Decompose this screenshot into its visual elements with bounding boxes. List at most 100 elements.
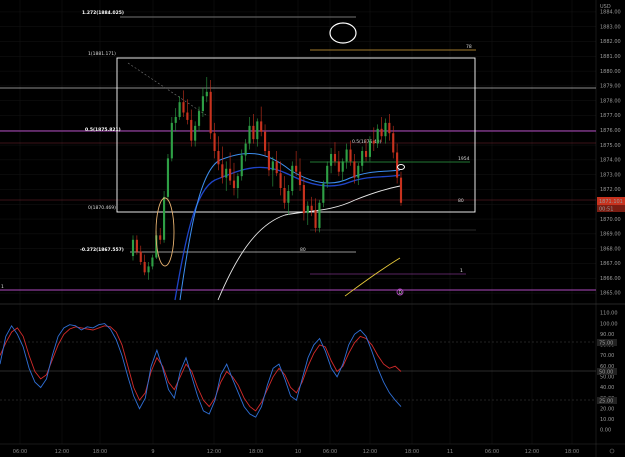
- osc-badge-upper-text: 75.00: [599, 341, 613, 347]
- candle-body: [217, 151, 220, 165]
- candle-body: [174, 116, 177, 123]
- candle-body: [392, 133, 395, 153]
- time-tick-label: 18:00: [565, 449, 579, 455]
- candle-body: [260, 121, 263, 132]
- fib-1-label: 1(1881.171): [88, 51, 116, 57]
- candle-body: [209, 91, 212, 134]
- candle-body: [248, 125, 251, 144]
- candle-body: [295, 165, 298, 172]
- time-tick-label: 18:00: [93, 449, 107, 455]
- candle-body: [213, 133, 216, 151]
- candle-body: [388, 122, 391, 134]
- marker-letter: D: [399, 290, 403, 296]
- osc-tick-label: 70.00: [600, 353, 614, 359]
- candle-body: [170, 122, 173, 159]
- candle-body: [380, 128, 383, 137]
- fib-neg-level-tag: 80: [300, 247, 306, 253]
- candle-body: [279, 173, 282, 188]
- candle-body: [330, 153, 333, 166]
- candle-body: [384, 122, 387, 137]
- price-tick-label: 1877.00: [600, 113, 621, 119]
- fib-neg-label: -0.272(1867.557): [80, 247, 124, 253]
- candle-body: [306, 205, 309, 214]
- candle-body: [337, 161, 340, 172]
- candle-body: [361, 151, 364, 166]
- candle-body: [368, 140, 371, 157]
- time-tick-label: 12:00: [363, 449, 377, 455]
- level-1-label: 1: [460, 268, 463, 274]
- price-tick-label: 1875.00: [600, 143, 621, 149]
- candle-body: [399, 177, 403, 203]
- chart-background: [0, 0, 625, 457]
- candle-body: [287, 190, 290, 203]
- fib-ext-label: 1.272(1884.025): [82, 10, 124, 16]
- time-tick-label: 18:00: [405, 449, 419, 455]
- candle-body: [236, 176, 239, 188]
- countdown-text: 00:51: [599, 207, 613, 213]
- price-tick-label: 1870.00: [600, 217, 621, 223]
- osc-tick-label: 20.00: [600, 406, 614, 412]
- candle-body: [240, 155, 243, 177]
- candle-body: [135, 239, 138, 252]
- time-tick-label: 12:00: [525, 449, 539, 455]
- candle-body: [197, 111, 201, 126]
- candle-body: [376, 128, 379, 144]
- price-tick-label: 1884.00: [600, 10, 621, 16]
- price-tick-label: 1872.00: [600, 187, 621, 193]
- candle-body: [302, 185, 305, 214]
- level-1954-label: 1954: [458, 156, 470, 162]
- price-tick-label: 1876.00: [600, 128, 621, 134]
- time-tick-label: 11: [447, 449, 453, 455]
- candle-body: [372, 140, 375, 144]
- fib-05-label: 0.5(1875.821): [85, 127, 121, 133]
- time-tick-label: 12:00: [55, 449, 69, 455]
- price-tick-label: 1866.00: [600, 276, 621, 282]
- candle-body: [178, 102, 181, 117]
- candle-body: [244, 143, 247, 156]
- candle-body: [333, 153, 337, 162]
- candle-body: [205, 91, 208, 97]
- price-tick-label: 1882.00: [600, 39, 621, 45]
- candle-body: [314, 210, 317, 228]
- price-tick-label: 1880.00: [600, 69, 621, 75]
- candle-body: [357, 165, 360, 178]
- candle-body: [263, 131, 267, 151]
- box-bottom-tag: 80: [458, 198, 464, 204]
- trading-chart[interactable]: USD 1884.001883.001882.001881.001880.001…: [0, 0, 625, 457]
- candle-body: [326, 165, 329, 184]
- left-edge-label: 1: [1, 284, 4, 290]
- osc-tick-label: 40.00: [600, 385, 614, 391]
- candle-body: [166, 158, 170, 197]
- time-tick-label: 06:00: [485, 449, 499, 455]
- candle-body: [221, 164, 224, 178]
- fib-0-label: 0(1870.469): [88, 205, 116, 211]
- price-tick-label: 1865.00: [600, 291, 621, 297]
- candle-body: [194, 125, 197, 141]
- candle-body: [139, 251, 142, 262]
- price-tick-label: 1873.00: [600, 172, 621, 178]
- candle-body: [143, 261, 146, 273]
- current-price-text: 1871.101: [599, 199, 623, 205]
- time-tick-label: 10: [295, 449, 301, 455]
- candle-body: [349, 149, 352, 162]
- candle-body: [353, 161, 356, 178]
- candle-body: [201, 96, 204, 112]
- candle-body: [229, 168, 232, 181]
- time-tick-label: 18:00: [249, 449, 263, 455]
- time-axis[interactable]: 06:00 12:00 18:00 9 12:00 18:00 10 06:00 12:00 18…: [13, 449, 579, 455]
- candle-body: [163, 196, 166, 240]
- price-tick-label: 1869.00: [600, 232, 621, 238]
- price-tick-label: 1881.00: [600, 54, 621, 60]
- osc-tick-label: 100.00: [600, 321, 618, 327]
- price-tick-label: 1878.00: [600, 98, 621, 104]
- osc-tick-label: 90.00: [600, 332, 614, 338]
- level-78-label: 78: [466, 44, 472, 50]
- candle-body: [267, 151, 271, 171]
- candle-body: [341, 161, 344, 172]
- candle-body: [298, 171, 302, 186]
- candle-body: [275, 161, 278, 174]
- candle-body: [256, 121, 259, 140]
- candle-body: [291, 165, 294, 191]
- time-tick-label: 06:00: [13, 449, 27, 455]
- osc-tick-label: 110.00: [600, 311, 618, 317]
